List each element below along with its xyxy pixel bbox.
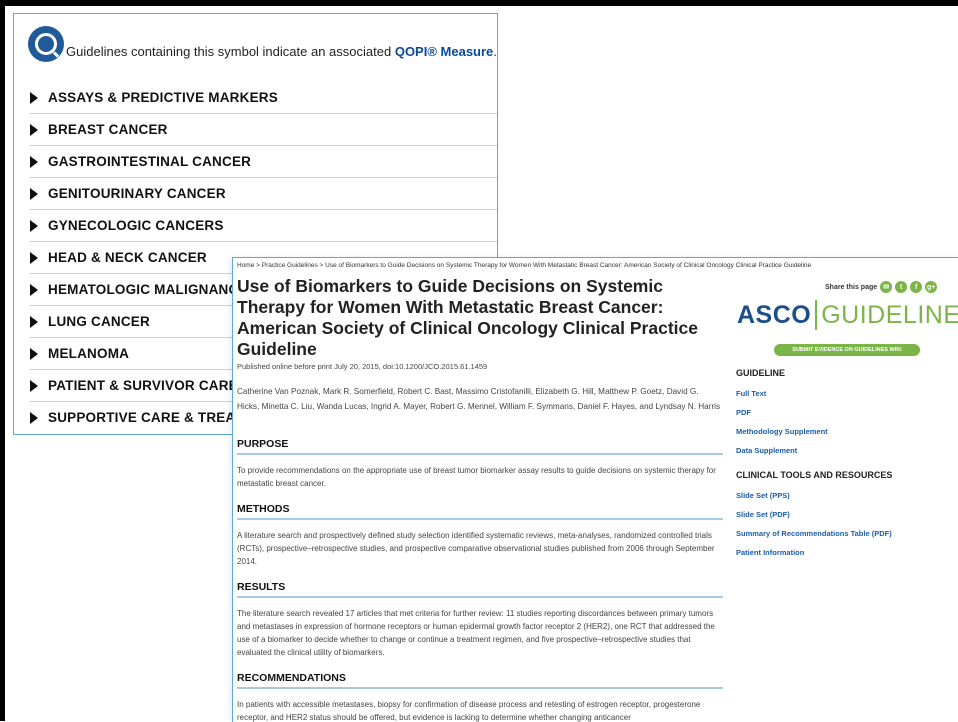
category-item-breast[interactable]: BREAST CANCER (30, 113, 497, 145)
category-item-genitourinary[interactable]: GENITOURINARY CANCER (30, 177, 497, 209)
category-label: LUNG CANCER (48, 314, 150, 329)
facebook-share-icon[interactable]: f (910, 281, 923, 293)
full-text-link[interactable]: Full Text (736, 389, 766, 398)
expand-arrow-icon (30, 155, 38, 168)
section-heading-results: RESULTS (237, 581, 723, 598)
expand-arrow-icon (30, 379, 38, 392)
category-item-assays[interactable]: ASSAYS & PREDICTIVE MARKERS (30, 82, 497, 113)
expand-arrow-icon (30, 251, 38, 264)
email-share-icon[interactable]: ✉ (880, 281, 893, 293)
category-label: GASTROINTESTINAL CANCER (48, 154, 252, 169)
qopi-legend (28, 24, 64, 64)
section-text-purpose: To provide recommendations on the approp… (237, 466, 716, 488)
slide-set-pps-link[interactable]: Slide Set (PPS) (736, 491, 790, 500)
frame-top-border (0, 0, 958, 6)
methodology-supplement-link[interactable]: Methodology Supplement (736, 427, 828, 436)
category-label: BREAST CANCER (48, 122, 168, 137)
qopi-q-icon (28, 26, 64, 62)
article-panel: Home > Practice Guidelines > Use of Biom… (232, 257, 958, 722)
category-label: PATIENT & SURVIVOR CARE (48, 378, 238, 393)
section-heading-purpose: PURPOSE (237, 438, 723, 455)
category-label: ASSAYS & PREDICTIVE MARKERS (48, 90, 278, 105)
category-item-gynecologic[interactable]: GYNECOLOGIC CANCERS (30, 209, 497, 241)
guidelines-logo-text: GUIDELINES (821, 300, 958, 329)
pdf-link[interactable]: PDF (736, 408, 751, 417)
expand-arrow-icon (30, 347, 38, 360)
section-text-recommendations: In patients with accessible metastases, … (237, 700, 701, 722)
guideline-heading: GUIDELINE (736, 368, 786, 378)
breadcrumb[interactable]: Home > Practice Guidelines > Use of Biom… (237, 262, 811, 269)
patient-information-link[interactable]: Patient Information (736, 548, 804, 557)
article-title: Use of Biomarkers to Guide Decisions on … (237, 276, 698, 359)
section-heading-recommendations: RECOMMENDATIONS (237, 672, 723, 689)
category-label: GENITOURINARY CANCER (48, 186, 226, 201)
expand-arrow-icon (30, 123, 38, 136)
clinical-tools-heading: CLINICAL TOOLS AND RESOURCES (736, 470, 893, 480)
twitter-share-icon[interactable]: t (895, 281, 908, 293)
publication-info: Published online before print July 20, 2… (237, 362, 488, 371)
expand-arrow-icon (30, 91, 38, 104)
qopi-measure-link[interactable]: QOPI® Measure (395, 44, 493, 59)
share-bar: Share this page ✉ t f g+ (825, 281, 938, 293)
section-text-results: The literature search revealed 17 articl… (237, 609, 715, 657)
qopi-period: . (493, 44, 497, 59)
section-heading-methods: METHODS (237, 503, 723, 520)
author-list: Catherine Van Poznak, Mark R. Somerfield… (237, 387, 721, 411)
data-supplement-link[interactable]: Data Supplement (736, 446, 797, 455)
category-label: HEMATOLOGIC MALIGNANCIES (48, 282, 261, 297)
expand-arrow-icon (30, 187, 38, 200)
asco-guidelines-logo: ASCO GUIDELINES (737, 300, 958, 330)
slide-set-pdf-link[interactable]: Slide Set (PDF) (736, 510, 790, 519)
category-label: MELANOMA (48, 346, 130, 361)
category-label: GYNECOLOGIC CANCERS (48, 218, 224, 233)
expand-arrow-icon (30, 315, 38, 328)
category-item-gastrointestinal[interactable]: GASTROINTESTINAL CANCER (30, 145, 497, 177)
asco-logo-text: ASCO (737, 300, 812, 329)
expand-arrow-icon (30, 219, 38, 232)
google-plus-share-icon[interactable]: g+ (925, 281, 938, 293)
expand-arrow-icon (30, 283, 38, 296)
qopi-legend-text: Guidelines containing this symbol indica… (66, 44, 497, 59)
section-text-methods: A literature search and prospectively de… (237, 531, 715, 566)
category-label: HEAD & NECK CANCER (48, 250, 207, 265)
qopi-text: Guidelines containing this symbol indica… (66, 44, 392, 59)
share-label: Share this page (825, 283, 878, 291)
summary-table-link[interactable]: Summary of Recommendations Table (PDF) (736, 529, 892, 538)
logo-divider (815, 300, 818, 330)
frame-left-border (0, 0, 5, 721)
expand-arrow-icon (30, 411, 38, 424)
submit-evidence-button[interactable]: SUBMIT EVIDENCE ON GUIDELINES WIKI (774, 344, 920, 356)
